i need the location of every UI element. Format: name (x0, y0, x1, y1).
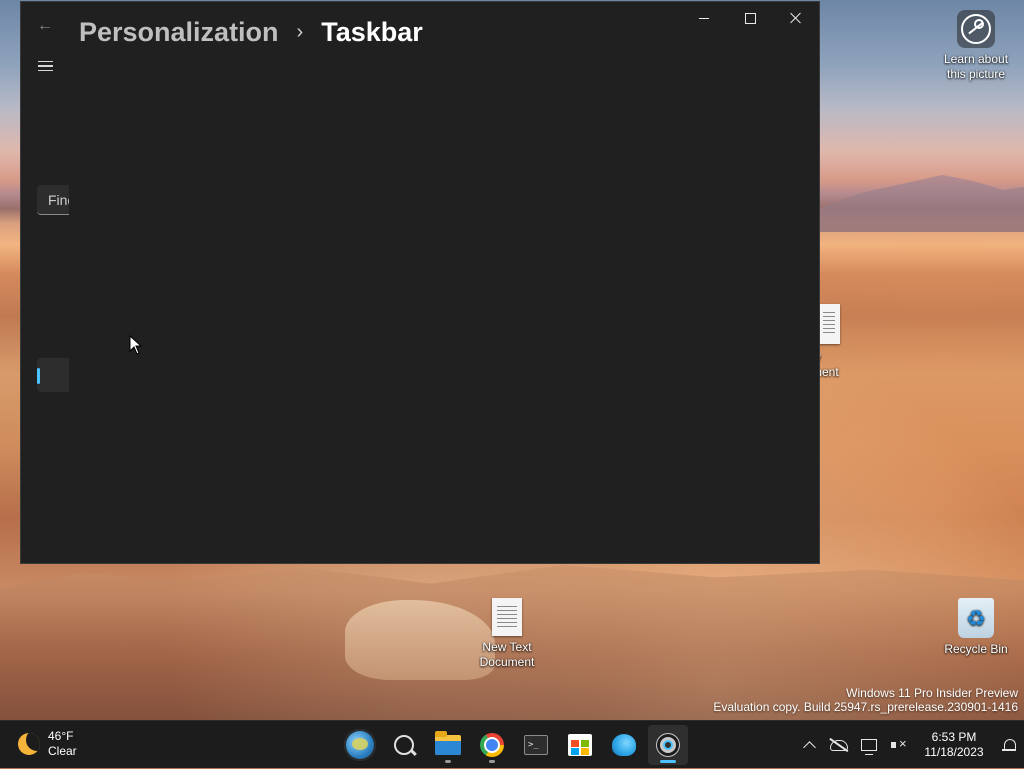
bell-icon (1002, 738, 1016, 752)
close-icon (790, 12, 802, 24)
taskbar: 46°F Clear >_ 6:53 PM 11/18/2023 (0, 720, 1024, 768)
minimize-icon (699, 17, 709, 19)
store-icon (568, 734, 592, 756)
minimize-button[interactable] (681, 2, 727, 34)
hamburger-icon (37, 60, 53, 63)
learn-about-picture-icon[interactable]: Learn about this picture (938, 10, 1014, 82)
watermark-line: Windows 11 Pro Insider Preview (846, 686, 1018, 700)
desktop-icon-label: Document (479, 655, 535, 669)
terminal-icon: >_ (524, 735, 548, 755)
navigation-menu-button[interactable] (33, 54, 57, 78)
breadcrumb-parent-link[interactable]: Personalization (79, 17, 279, 48)
desktop-icon-label: this picture (946, 67, 1006, 81)
new-text-document-icon[interactable]: New Text Document (470, 598, 544, 670)
taskbar-edge-app[interactable] (604, 725, 644, 765)
taskbar-globe-app[interactable] (340, 725, 380, 765)
page-title: Taskbar (321, 16, 423, 47)
settings-window: ← Personalization › Taskbar Find (20, 1, 820, 564)
globe-icon (344, 729, 376, 761)
selection-indicator (37, 368, 40, 384)
breadcrumb: Personalization › Taskbar (79, 14, 423, 50)
desktop-icon-label: Learn about (943, 52, 1009, 66)
maximize-icon (744, 12, 756, 24)
camera-aperture-icon (957, 10, 995, 48)
notifications-button[interactable] (994, 721, 1024, 769)
speaker-muted-icon (891, 736, 907, 752)
chrome-icon (480, 733, 504, 757)
folder-icon (435, 731, 461, 755)
cloud-off-icon (830, 739, 848, 751)
chevron-right-icon: › (296, 20, 304, 43)
clock-date: 11/18/2023 (924, 745, 984, 759)
settings-search-input[interactable]: Find (37, 185, 69, 215)
recycle-bin-icon[interactable]: ♻ Recycle Bin (938, 598, 1014, 657)
maximize-button[interactable] (727, 2, 773, 34)
back-arrow-icon: ← (37, 17, 53, 34)
back-button[interactable]: ← (33, 14, 57, 38)
taskbar-search-button[interactable] (384, 725, 424, 765)
clock-button[interactable]: 6:53 PM 11/18/2023 (914, 730, 994, 760)
evaluation-watermark: Windows 11 Pro Insider Preview Evaluatio… (713, 686, 1018, 714)
network-monitor-icon (861, 739, 877, 755)
desktop-icon-label: Recycle Bin (944, 642, 1008, 656)
taskbar-apps: >_ (340, 725, 688, 765)
desktop-icon-label: New Text (482, 640, 532, 654)
search-icon (394, 735, 414, 755)
taskbar-chrome[interactable] (472, 725, 512, 765)
watermark-line: Evaluation copy. Build 25947.rs_prerelea… (713, 700, 1018, 714)
nav-item-selected[interactable] (37, 358, 69, 392)
clock-time: 6:53 PM (931, 730, 977, 744)
moon-icon (18, 733, 40, 755)
chevron-up-icon (802, 740, 816, 754)
search-placeholder: Find (48, 192, 69, 208)
weather-widget[interactable]: 46°F Clear (18, 729, 77, 759)
system-tray: 6:53 PM 11/18/2023 (794, 721, 1024, 769)
weather-temperature: 46°F (48, 729, 74, 743)
onedrive-button[interactable] (824, 721, 854, 769)
recycle-symbol-icon: ♻ (958, 598, 994, 638)
taskbar-file-explorer[interactable] (428, 725, 468, 765)
edge-icon (612, 734, 636, 756)
network-button[interactable] (854, 721, 884, 769)
taskbar-settings[interactable] (648, 725, 688, 765)
weather-condition: Clear (48, 744, 77, 758)
window-controls (681, 2, 819, 34)
gear-icon (657, 734, 679, 756)
taskbar-microsoft-store[interactable] (560, 725, 600, 765)
close-button[interactable] (773, 2, 819, 34)
taskbar-terminal[interactable]: >_ (516, 725, 556, 765)
text-document-icon (818, 304, 840, 344)
volume-button[interactable] (884, 721, 914, 769)
text-document-icon (492, 598, 522, 636)
show-hidden-icons-button[interactable] (794, 721, 824, 769)
